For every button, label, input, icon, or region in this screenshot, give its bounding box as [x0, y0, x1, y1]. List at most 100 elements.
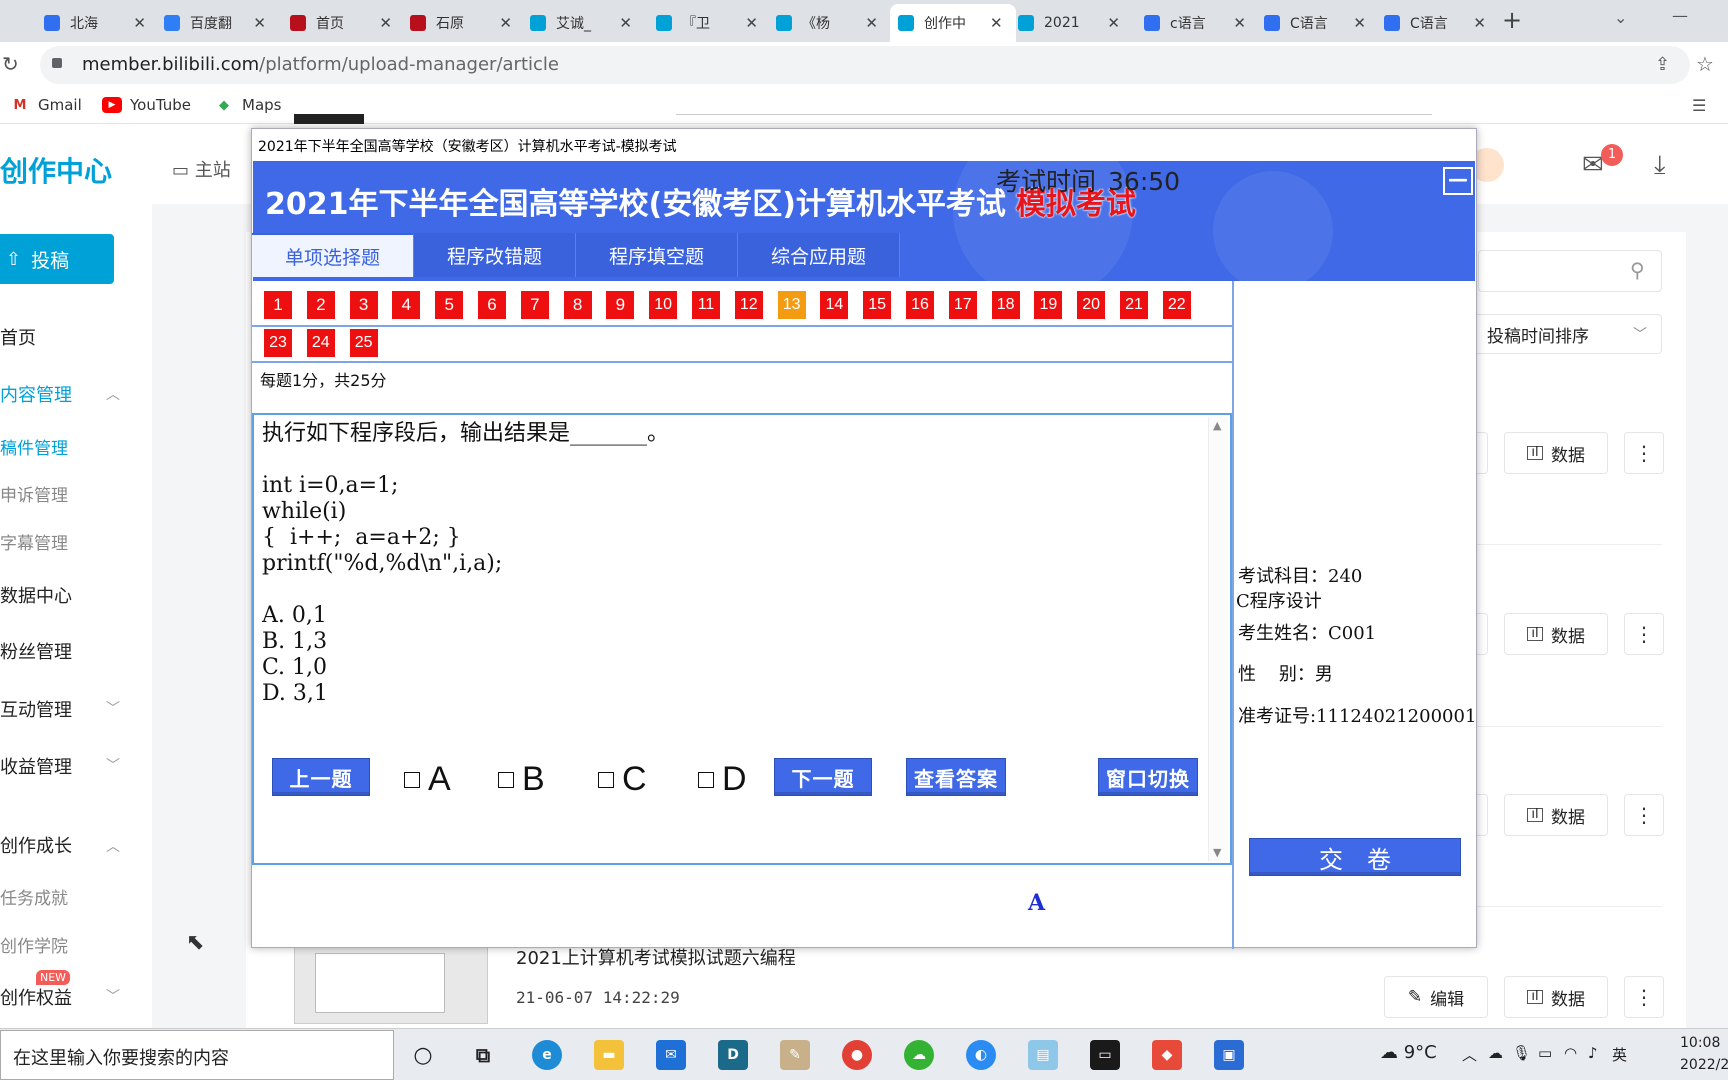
download-icon[interactable]: ⤓ [1654, 150, 1666, 181]
question-number-button[interactable]: 24 [306, 329, 335, 357]
close-icon[interactable]: ✕ [1233, 14, 1246, 32]
question-number-button[interactable]: 22 [1162, 291, 1191, 319]
question-number-button[interactable]: 14 [820, 291, 849, 319]
browser-tab[interactable]: 首页 ✕ [282, 4, 400, 42]
terminal-icon[interactable]: ▭ [1090, 1040, 1120, 1070]
clock[interactable]: 10:08 2022/2 [1680, 1032, 1728, 1076]
more-icon[interactable]: ⋮ [1624, 794, 1664, 836]
close-icon[interactable]: ✕ [1107, 14, 1120, 32]
notepad-icon[interactable]: ▤ [1028, 1040, 1058, 1070]
question-number-button[interactable]: 23 [264, 329, 292, 357]
microphone-icon[interactable]: 🎙 [1512, 1044, 1531, 1062]
new-tab-icon[interactable]: + [1502, 6, 1522, 34]
sidebar-item-interaction[interactable]: 互动管理 [0, 696, 72, 722]
close-icon[interactable]: ✕ [745, 14, 758, 32]
url-text[interactable]: member.bilibili.com/platform/upload-mana… [82, 54, 559, 75]
sidebar-item-rights[interactable]: 创作权益 [0, 984, 72, 1010]
sidebar-item-subtitles[interactable]: 字幕管理 [0, 529, 68, 554]
sidebar-item-tasks[interactable]: 任务成就 [0, 884, 68, 909]
data-button[interactable]: ıl 数据 [1504, 432, 1608, 474]
exam-app-icon[interactable]: ▣ [1214, 1040, 1244, 1070]
question-number-button[interactable]: 10 [649, 291, 678, 319]
data-button[interactable]: ıl 数据 [1504, 976, 1608, 1018]
question-number-button[interactable]: 13 [777, 291, 806, 319]
question-number-button[interactable]: 16 [906, 291, 934, 319]
search-icon[interactable]: ⚲ [1630, 258, 1645, 282]
mail-app-icon[interactable]: ✉ [656, 1040, 686, 1070]
browser-tab[interactable]: 石原 ✕ [402, 4, 520, 42]
sort-select[interactable]: 投稿时间排序 ﹀ [1470, 314, 1662, 354]
paint-icon[interactable]: ✎ [780, 1040, 810, 1070]
question-scrollbar[interactable]: ▲ ▼ [1208, 417, 1228, 861]
data-button[interactable]: ıl 数据 [1504, 794, 1608, 836]
sidebar-item-revenue[interactable]: 收益管理 [0, 753, 72, 779]
browser-tab[interactable]: 2021 ✕ [1010, 4, 1128, 42]
question-number-button[interactable]: 8 [563, 291, 592, 319]
question-number-button[interactable]: 20 [1077, 291, 1106, 319]
chevron-up-icon[interactable]: ︿ [106, 384, 120, 404]
bookmark-star-icon[interactable]: ☆ [1696, 52, 1714, 76]
sidebar-item-academy[interactable]: 创作学院 [0, 932, 68, 957]
sidebar-item-fans[interactable]: 粉丝管理 [0, 638, 72, 664]
ime-indicator[interactable]: 英 [1612, 1044, 1627, 1065]
close-icon[interactable]: ✕ [379, 14, 392, 32]
option-a-checkbox[interactable]: A [404, 760, 451, 799]
question-number-button[interactable]: 4 [392, 291, 421, 319]
question-number-button[interactable]: 11 [692, 291, 720, 319]
chevron-down-icon[interactable]: ﹀ [106, 698, 120, 718]
question-number-button[interactable]: 2 [306, 291, 335, 319]
tab-fill-blank[interactable]: 程序填空题 [576, 233, 738, 277]
tab-search-chevron-icon[interactable]: ⌄ [1614, 8, 1627, 27]
edit-button[interactable]: ✎ 编辑 [1384, 976, 1488, 1018]
chevron-down-icon[interactable]: ﹀ [106, 755, 120, 775]
video-thumbnail[interactable] [294, 944, 488, 1024]
bookmark-youtube[interactable]: ▶ YouTube [102, 96, 191, 114]
tab-single-choice[interactable]: 单项选择题 [252, 233, 414, 277]
battery-icon[interactable]: ▭ [1538, 1044, 1552, 1062]
volume-icon[interactable]: ♪ [1588, 1044, 1598, 1062]
sidebar-item-manuscripts[interactable]: 稿件管理 [0, 434, 68, 459]
close-icon[interactable]: ✕ [990, 14, 1003, 32]
close-icon[interactable]: ✕ [1473, 14, 1486, 32]
chrome-icon[interactable]: ● [842, 1040, 872, 1070]
edge-icon[interactable]: e [532, 1040, 562, 1070]
dell-icon[interactable]: D [718, 1040, 748, 1070]
question-number-button[interactable]: 3 [349, 291, 378, 319]
chevron-up-icon[interactable]: ︿ [106, 836, 120, 856]
question-number-button[interactable]: 18 [991, 291, 1020, 319]
bookmark-gmail[interactable]: M Gmail [10, 96, 82, 114]
question-number-button[interactable]: 17 [948, 291, 977, 319]
upload-button[interactable]: ⇧ 投稿 [0, 234, 114, 284]
sidebar-item-growth[interactable]: 创作成长 [0, 832, 72, 858]
option-c-checkbox[interactable]: C [598, 760, 647, 799]
question-number-button[interactable]: 19 [1034, 291, 1063, 319]
submit-exam-button[interactable]: 交卷 [1249, 838, 1461, 876]
browser-tab[interactable]: c语言 ✕ [1136, 4, 1254, 42]
browser-tab[interactable]: C语言 ✕ [1256, 4, 1374, 42]
bookmark-maps[interactable]: ◆ Maps [214, 96, 281, 114]
chevron-down-icon[interactable]: ﹀ [106, 986, 120, 1006]
weather-widget[interactable]: ☁ 9°C [1380, 1042, 1437, 1063]
tab-comprehensive[interactable]: 综合应用题 [738, 233, 900, 277]
scroll-up-icon[interactable]: ▲ [1213, 419, 1221, 432]
browser-tab[interactable]: C语言 ✕ [1376, 4, 1494, 42]
close-icon[interactable]: ✕ [865, 14, 878, 32]
browser-tab[interactable]: 『卫 ✕ [648, 4, 766, 42]
tab-error-correction[interactable]: 程序改错题 [414, 233, 576, 277]
more-icon[interactable]: ⋮ [1624, 976, 1664, 1018]
sidebar-item-appeals[interactable]: 申诉管理 [0, 481, 68, 506]
data-button[interactable]: ıl 数据 [1504, 613, 1608, 655]
close-icon[interactable]: ✕ [619, 14, 632, 32]
browser-tab[interactable]: 北海 ✕ [36, 4, 154, 42]
switch-window-button[interactable]: 窗口切换 [1098, 758, 1198, 796]
onedrive-icon[interactable]: ☁ [1488, 1044, 1503, 1062]
close-icon[interactable]: ✕ [253, 14, 266, 32]
browser-tab[interactable]: 艾诚_ ✕ [522, 4, 640, 42]
question-number-button[interactable]: 9 [606, 291, 635, 319]
question-number-button[interactable]: 1 [264, 291, 292, 319]
browser-tab[interactable]: 创作中 ✕ [890, 4, 1016, 42]
browser-tab[interactable]: 《杨 ✕ [768, 4, 886, 42]
close-icon[interactable]: ✕ [1353, 14, 1366, 32]
option-d-checkbox[interactable]: D [698, 760, 747, 799]
sidebar-item-content[interactable]: 内容管理 [0, 381, 72, 407]
